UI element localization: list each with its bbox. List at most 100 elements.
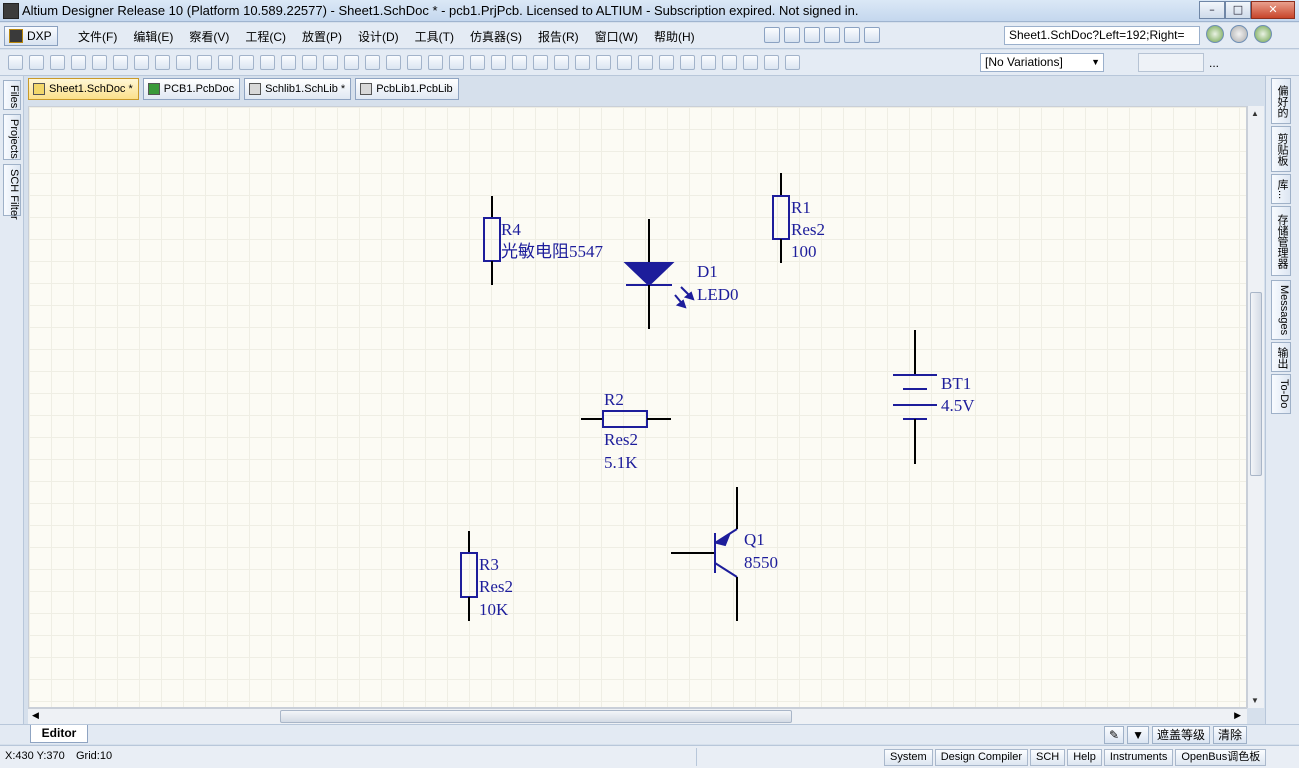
paste-icon[interactable] — [281, 55, 296, 70]
address-bar[interactable]: Sheet1.SchDoc?Left=192;Right= — [1004, 26, 1200, 45]
panel-tab-output[interactable]: 输出 — [1271, 342, 1291, 372]
tab-pcb1-pcbdoc[interactable]: PCB1.PcbDoc — [142, 78, 241, 100]
print-preview-icon[interactable] — [92, 55, 107, 70]
place-no-erc-icon[interactable] — [785, 55, 800, 70]
open-icon[interactable] — [29, 55, 44, 70]
place-device-sheet-icon[interactable] — [701, 55, 716, 70]
hierarchy-icon[interactable] — [449, 55, 464, 70]
board-icon[interactable] — [134, 55, 149, 70]
panel-tab-sch-filter[interactable]: SCH Filter — [3, 164, 21, 220]
horizontal-scrollbar[interactable]: ◀ ▶ — [28, 708, 1247, 724]
led-d1[interactable] — [623, 219, 695, 329]
grid-icon[interactable] — [864, 27, 880, 43]
place-part-icon[interactable] — [638, 55, 653, 70]
panel-tab-favorites[interactable]: 偏好的 — [1271, 78, 1291, 124]
compile-icon[interactable] — [491, 55, 506, 70]
place-sheet-entry-icon[interactable] — [680, 55, 695, 70]
menu-simulator[interactable]: 仿真器(S) — [462, 28, 530, 45]
secondary-combo[interactable] — [1138, 53, 1204, 72]
place-gnd-icon[interactable] — [596, 55, 611, 70]
place-wire-icon[interactable] — [512, 55, 527, 70]
menu-design[interactable]: 设计(D) — [350, 28, 407, 45]
menu-tools[interactable]: 工具(T) — [407, 28, 462, 45]
minimize-icon[interactable]: – — [1199, 1, 1225, 19]
browse-icon[interactable] — [470, 55, 485, 70]
place-port-icon[interactable] — [764, 55, 779, 70]
panel-tab-messages[interactable]: Messages — [1271, 280, 1291, 340]
filter-icon[interactable]: ▼ — [1127, 726, 1149, 744]
variations-select[interactable]: [No Variations] ▼ — [980, 53, 1104, 72]
scroll-right-icon[interactable]: ▶ — [1234, 710, 1241, 721]
panel-button-help[interactable]: Help — [1067, 749, 1102, 766]
close-icon[interactable]: ✕ — [1251, 1, 1295, 19]
bus-icon[interactable] — [784, 27, 800, 43]
place-bus-entry-icon[interactable] — [554, 55, 569, 70]
panel-button-system[interactable]: System — [884, 749, 933, 766]
wire-icon[interactable] — [764, 27, 780, 43]
menu-place[interactable]: 放置(P) — [294, 28, 350, 45]
menu-view[interactable]: 察看(V) — [181, 28, 237, 45]
redo-icon[interactable] — [428, 55, 443, 70]
copy-icon[interactable] — [260, 55, 275, 70]
panel-button-instruments[interactable]: Instruments — [1103, 749, 1174, 766]
mask-level-button[interactable]: 遮盖等级 — [1151, 726, 1210, 744]
place-vcc-icon[interactable] — [617, 55, 632, 70]
panel-tab-clipboard[interactable]: 剪贴板 — [1271, 126, 1291, 172]
panel-tab-storage-manager[interactable]: 存储管理器 — [1271, 206, 1291, 276]
tab-schlib1-schlib[interactable]: Schlib1.SchLib * — [244, 78, 352, 100]
place-sheet-symbol-icon[interactable] — [659, 55, 674, 70]
transistor-q1[interactable] — [671, 487, 738, 621]
vertical-scroll-thumb[interactable] — [1250, 292, 1262, 476]
place-harness-entry-icon[interactable] — [743, 55, 758, 70]
resistor-r3[interactable] — [460, 531, 478, 621]
tab-editor[interactable]: Editor — [30, 725, 88, 743]
panel-tab-todo[interactable]: To-Do — [1271, 374, 1291, 414]
layers-icon[interactable] — [113, 55, 128, 70]
clear-filter-icon[interactable] — [386, 55, 401, 70]
undo-icon[interactable] — [407, 55, 422, 70]
zoom-area-icon[interactable] — [176, 55, 191, 70]
resistor-r2[interactable] — [581, 410, 671, 428]
schematic-canvas[interactable]: R4 光敏电阻5547 D1 LED0 R1 Res2 100 BT1 4.5V… — [28, 106, 1247, 708]
panel-tab-projects[interactable]: Projects — [3, 114, 21, 160]
place-bus-icon[interactable] — [533, 55, 548, 70]
resistor-r4[interactable] — [483, 196, 501, 285]
menu-reports[interactable]: 报告(R) — [530, 28, 587, 45]
move-icon[interactable] — [344, 55, 359, 70]
pin-icon[interactable] — [824, 27, 840, 43]
horizontal-scroll-thumb[interactable] — [280, 710, 792, 723]
pen-icon[interactable]: ✎ — [1104, 726, 1125, 744]
scroll-down-icon[interactable]: ▼ — [1251, 696, 1259, 705]
place-harness-icon[interactable] — [722, 55, 737, 70]
save-icon[interactable] — [50, 55, 65, 70]
scroll-up-icon[interactable]: ▲ — [1251, 109, 1259, 118]
panel-button-design-compiler[interactable]: Design Compiler — [934, 749, 1028, 766]
toolbar-overflow[interactable]: ... — [1209, 56, 1219, 70]
cut-icon[interactable] — [239, 55, 254, 70]
deselect-icon[interactable] — [365, 55, 380, 70]
menu-help[interactable]: 帮助(H) — [646, 28, 703, 45]
menu-edit[interactable]: 编辑(E) — [125, 28, 181, 45]
zoom-fit-icon[interactable] — [155, 55, 170, 70]
battery-bt1[interactable] — [893, 330, 937, 464]
ground-icon[interactable] — [804, 27, 820, 43]
dxp-button[interactable]: DXP — [4, 26, 58, 46]
place-net-label-icon[interactable] — [575, 55, 590, 70]
resistor-r1[interactable] — [772, 173, 790, 263]
maximize-icon[interactable]: □ — [1225, 1, 1251, 19]
panel-button-sch[interactable]: SCH — [1030, 749, 1066, 766]
home-icon[interactable] — [1254, 25, 1272, 43]
menu-project[interactable]: 工程(C) — [237, 28, 294, 45]
clear-button[interactable]: 清除 — [1212, 726, 1247, 744]
scroll-left-icon[interactable]: ◀ — [32, 710, 39, 721]
panel-button-openbus[interactable]: OpenBus调色板 — [1175, 749, 1267, 766]
zoom-select-icon[interactable] — [197, 55, 212, 70]
port-icon[interactable] — [844, 27, 860, 43]
tab-sheet1-schdoc[interactable]: Sheet1.SchDoc * — [28, 78, 139, 100]
zoom-object-icon[interactable] — [218, 55, 233, 70]
tab-pcblib1-pcblib[interactable]: PcbLib1.PcbLib — [355, 78, 459, 100]
forward-icon[interactable] — [1230, 25, 1248, 43]
menu-window[interactable]: 窗口(W) — [587, 28, 646, 45]
back-icon[interactable] — [1206, 25, 1224, 43]
rubber-stamp-icon[interactable] — [302, 55, 317, 70]
